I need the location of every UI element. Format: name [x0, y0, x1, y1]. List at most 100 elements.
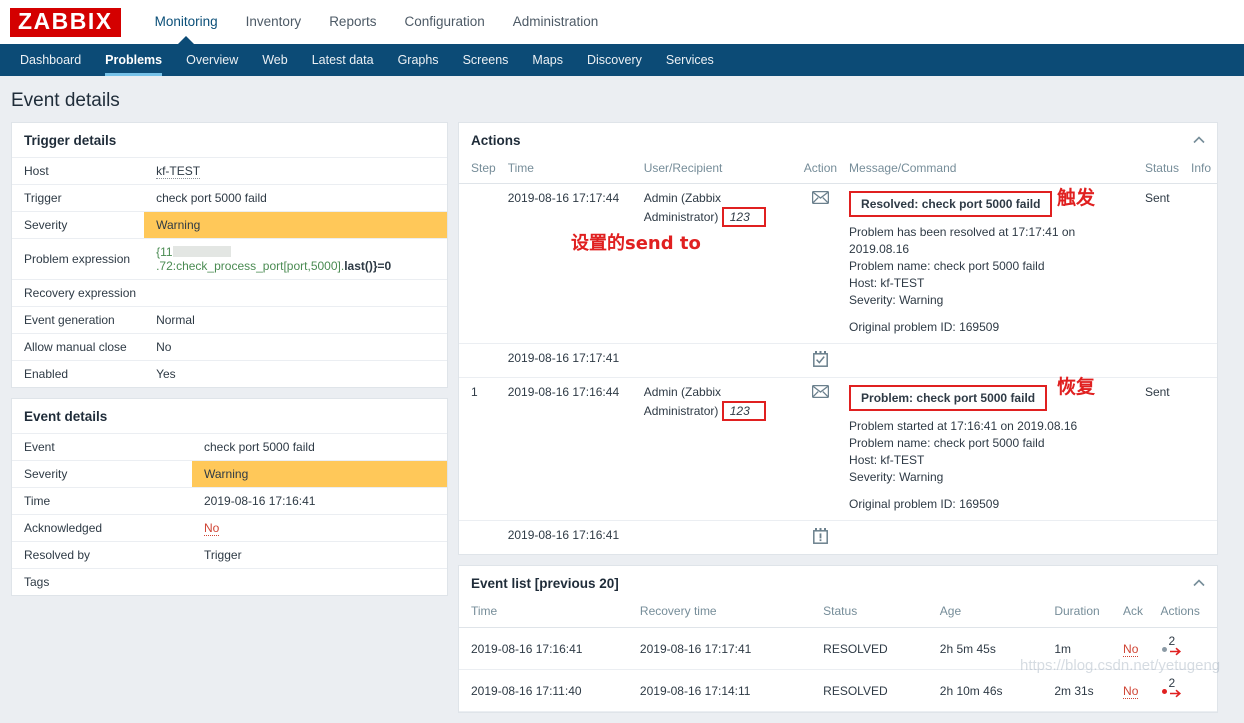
subnav-item-maps[interactable]: Maps — [520, 44, 575, 76]
ack-link[interactable]: No — [1123, 683, 1139, 699]
message-body-line: Severity: Warning — [849, 293, 944, 307]
table-row: 2019-08-16 17:16:41 2019-08-16 17:17:41 … — [459, 627, 1217, 670]
message-body: Problem has been resolved at 17:17:41 on… — [849, 217, 1133, 336]
cell-actions: 2 — [1154, 627, 1217, 670]
cell-ack: No — [1117, 627, 1155, 670]
message-subject: Problem: check port 5000 faild — [849, 385, 1048, 411]
subnav-item-screens[interactable]: Screens — [451, 44, 521, 76]
event-list-panel: Event list [previous 20] Time Recovery t… — [458, 565, 1218, 713]
table-row: Allow manual close No — [12, 333, 447, 361]
col-header-duration: Duration — [1048, 600, 1118, 628]
row-label-enabled: Enabled — [12, 360, 145, 387]
subnav-item-graphs[interactable]: Graphs — [386, 44, 451, 76]
table-row: Severity Warning — [12, 460, 447, 488]
col-header-time: Time — [459, 600, 634, 628]
cell-action — [797, 183, 844, 344]
expr-tail: }=0 — [372, 259, 392, 273]
cell-user: Admin (Zabbix Administrator) 123 — [637, 377, 798, 521]
cell-step — [459, 521, 502, 555]
event-details-table: Event check port 5000 faild Severity War… — [12, 433, 447, 595]
user-name: Admin (Zabbix Administrator) — [643, 191, 722, 224]
cell-duration: 1m — [1048, 627, 1118, 670]
cell-info — [1184, 183, 1217, 344]
subnav-item-overview[interactable]: Overview — [174, 44, 250, 76]
zabbix-logo[interactable]: ZABBIX — [10, 7, 121, 37]
nav-item-inventory[interactable]: Inventory — [232, 0, 316, 44]
table-row: Event generation Normal — [12, 306, 447, 334]
table-row: Event check port 5000 faild — [12, 433, 447, 461]
action-count-icon[interactable]: 2 — [1161, 676, 1187, 700]
table-row: 1 2019-08-16 17:16:44 Admin (Zabbix Admi… — [459, 377, 1217, 521]
action-status-dot — [1161, 689, 1167, 694]
col-header-action: Action — [797, 157, 844, 184]
table-row: Trigger check port 5000 faild — [12, 184, 447, 212]
cell-time: 2019-08-16 17:16:44 — [501, 377, 638, 521]
row-value-recovery-expression — [144, 279, 447, 307]
calendar-check-icon[interactable] — [812, 351, 828, 370]
nav-item-reports[interactable]: Reports — [315, 0, 390, 44]
envelope-icon[interactable] — [811, 384, 829, 401]
event-list-header-row: Time Recovery time Status Age Duration A… — [459, 600, 1217, 628]
event-list-title-text: Event list [previous 20] — [471, 576, 619, 591]
row-value-tags — [192, 568, 447, 595]
trigger-details-panel: Trigger details Host kf-TEST Trigger che… — [11, 122, 448, 388]
cell-status — [1139, 521, 1185, 555]
table-row: Time 2019-08-16 17:16:41 — [12, 487, 447, 515]
col-header-message: Message/Command — [843, 157, 1139, 184]
cell-step — [459, 343, 502, 378]
row-value-severity: Warning — [144, 211, 447, 239]
cell-time[interactable]: 2019-08-16 17:16:41 — [459, 627, 634, 670]
message-body-spacer — [849, 486, 1133, 496]
actions-title-text: Actions — [471, 133, 521, 148]
message-body-line: Original problem ID: 169509 — [849, 497, 1000, 511]
col-header-info: Info — [1184, 157, 1217, 184]
col-header-actions: Actions — [1154, 600, 1217, 628]
nav-item-configuration[interactable]: Configuration — [390, 0, 498, 44]
nav-item-administration[interactable]: Administration — [499, 0, 613, 44]
cell-user — [638, 521, 798, 555]
event-details-title: Event details — [24, 409, 108, 424]
message-body-line: Problem has been resolved at 17:17:41 on… — [849, 225, 1076, 256]
host-link[interactable]: kf-TEST — [156, 164, 201, 179]
action-count-icon[interactable]: 2 — [1161, 634, 1187, 658]
col-header-step: Step — [459, 157, 502, 184]
col-header-user: User/Recipient — [637, 157, 798, 184]
row-label-host: Host — [12, 157, 145, 185]
table-row: Host kf-TEST — [12, 157, 447, 185]
acknowledged-link[interactable]: No — [204, 521, 220, 536]
actions-table: Step Time User/Recipient Action Message/… — [459, 157, 1217, 554]
trigger-details-title: Trigger details — [24, 133, 117, 148]
col-header-age: Age — [933, 600, 1049, 628]
cell-age: 2h 10m 46s — [933, 669, 1049, 712]
subnav-item-latest-data[interactable]: Latest data — [300, 44, 386, 76]
subnav-item-web[interactable]: Web — [250, 44, 299, 76]
cell-recovery-time[interactable]: 2019-08-16 17:17:41 — [633, 627, 818, 670]
nav-item-monitoring[interactable]: Monitoring — [141, 0, 232, 44]
message-subject: Resolved: check port 5000 faild — [849, 191, 1053, 217]
ack-link[interactable]: No — [1123, 641, 1139, 657]
calendar-alert-icon[interactable] — [812, 528, 828, 547]
row-label-resolved-by: Resolved by — [12, 541, 192, 569]
row-label-problem-expression: Problem expression — [12, 238, 145, 280]
chevron-up-icon[interactable] — [1191, 575, 1207, 591]
row-value-event-severity: Warning — [192, 460, 447, 488]
right-column: Actions Step Time User/Recipient Action … — [458, 122, 1218, 723]
user-name: Admin (Zabbix Administrator) — [643, 385, 722, 418]
cell-status — [1138, 343, 1185, 378]
envelope-icon[interactable] — [811, 190, 829, 207]
row-value-trigger: check port 5000 faild — [144, 184, 447, 212]
subnav-item-dashboard[interactable]: Dashboard — [8, 44, 93, 76]
cell-info — [1185, 521, 1217, 555]
row-value-event-time: 2019-08-16 17:16:41 — [192, 487, 447, 515]
row-label-event-time: Time — [12, 487, 192, 515]
trigger-details-table: Host kf-TEST Trigger check port 5000 fai… — [12, 157, 447, 387]
table-row: Resolved by Trigger — [12, 541, 447, 569]
subnav-item-problems[interactable]: Problems — [93, 44, 174, 76]
subnav-item-discovery[interactable]: Discovery — [575, 44, 654, 76]
cell-recovery-time[interactable]: 2019-08-16 17:14:11 — [633, 669, 818, 712]
cell-time[interactable]: 2019-08-16 17:11:40 — [459, 669, 634, 712]
row-label-event: Event — [12, 433, 192, 461]
message-body-line: Host: kf-TEST — [849, 453, 925, 467]
subnav-item-services[interactable]: Services — [654, 44, 726, 76]
chevron-up-icon[interactable] — [1191, 132, 1207, 148]
